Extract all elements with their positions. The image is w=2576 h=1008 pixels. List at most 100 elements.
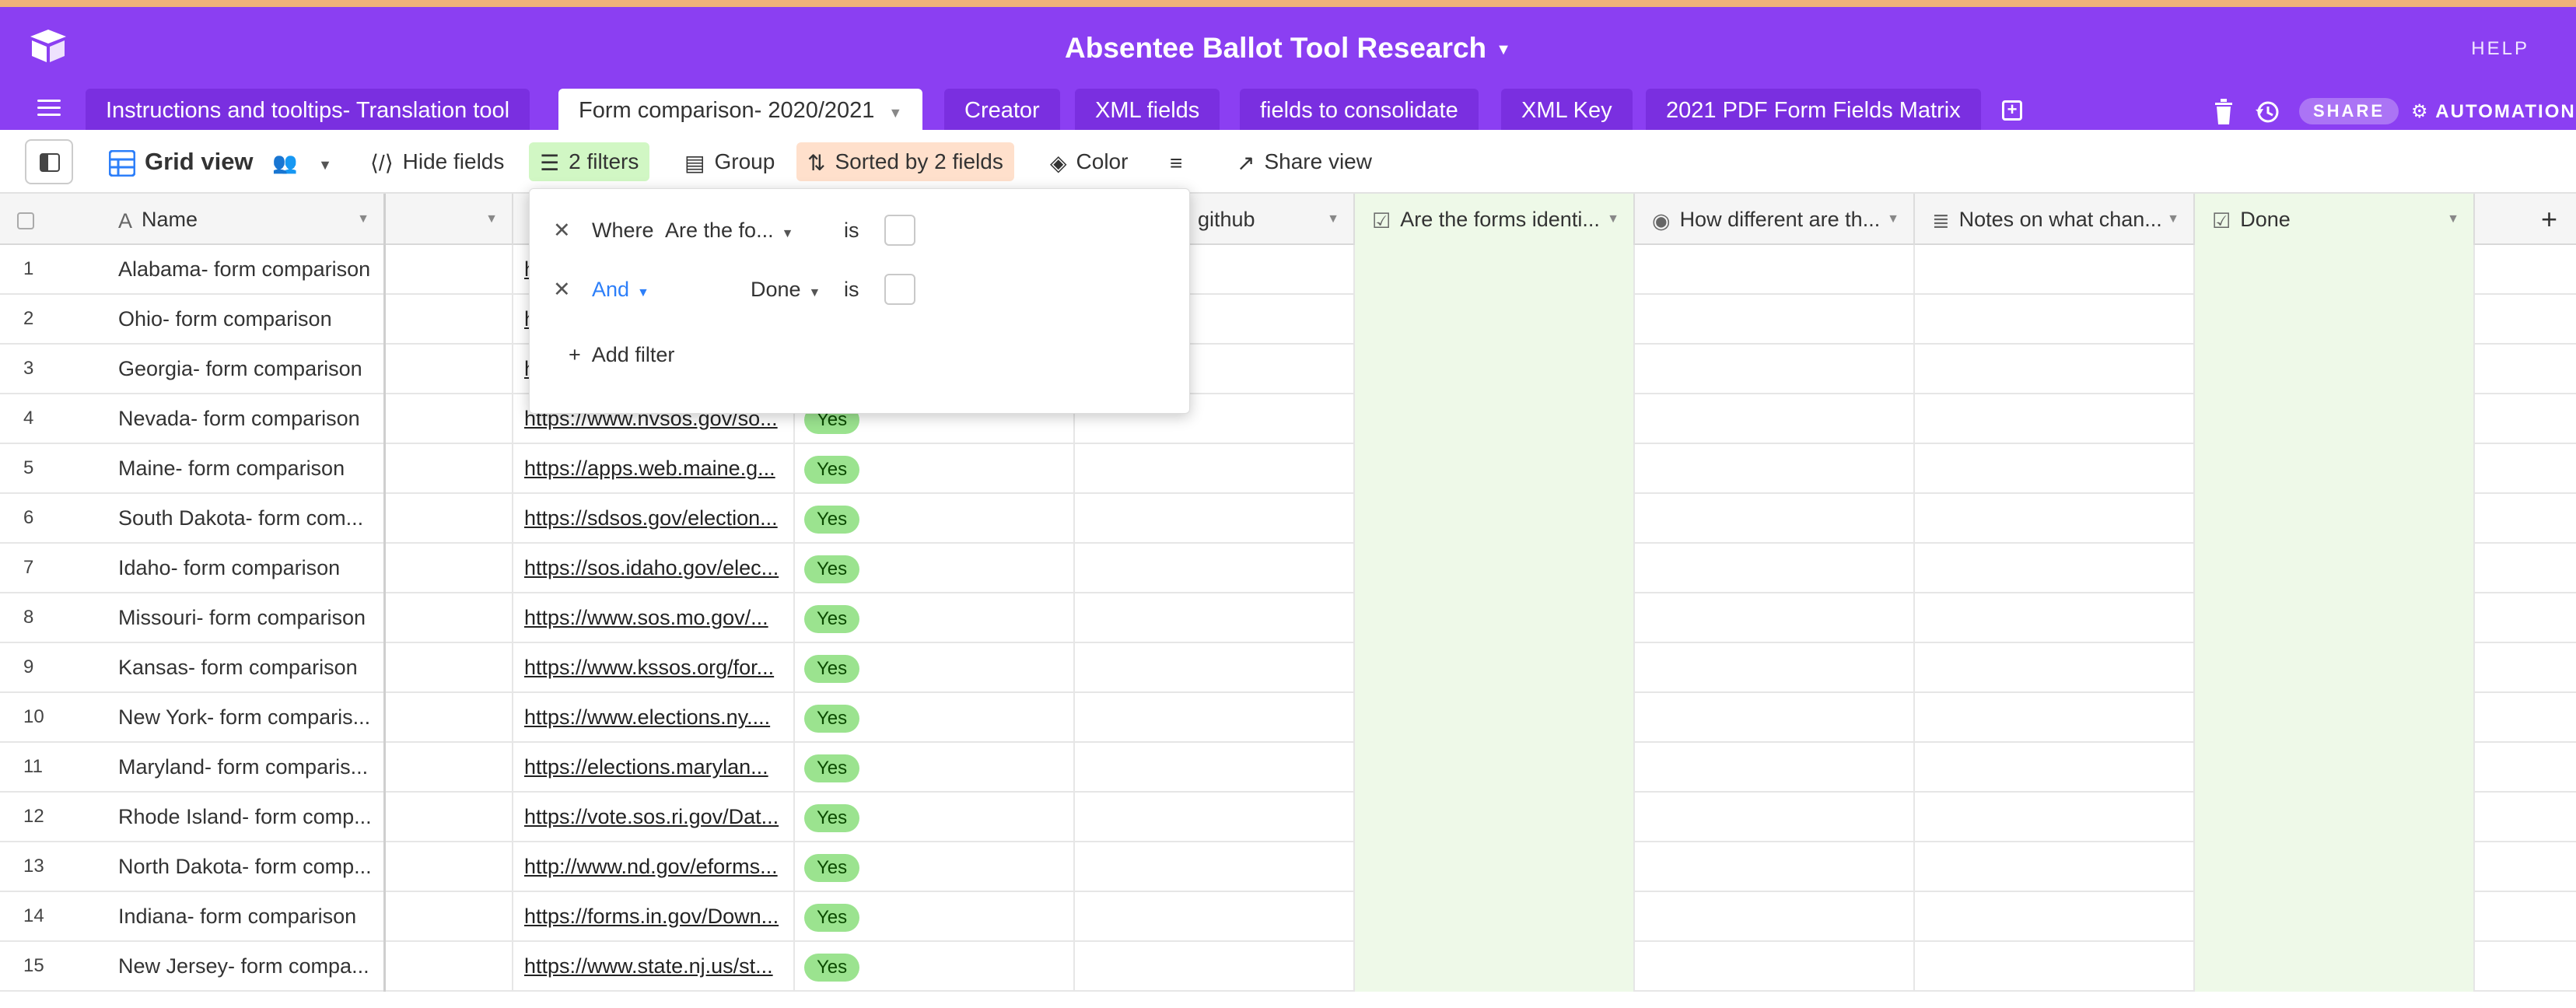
yes-cell[interactable]: Yes [795, 494, 1075, 544]
record-name-cell[interactable]: Alabama- form comparison [93, 245, 386, 295]
notes-cell[interactable] [1915, 444, 2195, 494]
hidden-field-cell[interactable] [386, 345, 513, 394]
url-cell[interactable]: https://sos.idaho.gov/elec... [513, 544, 795, 593]
column-header-hidden[interactable]: ▼ [386, 194, 513, 245]
record-name-cell[interactable]: Indiana- form comparison [93, 892, 386, 942]
notes-cell[interactable] [1915, 245, 2195, 295]
github-cell[interactable] [1075, 793, 1355, 842]
github-cell[interactable] [1075, 593, 1355, 643]
record-name-cell[interactable]: Ohio- form comparison [93, 295, 386, 345]
chevron-down-icon[interactable]: ▼ [2167, 194, 2179, 245]
hidden-field-cell[interactable] [386, 295, 513, 345]
done-cell[interactable] [2195, 892, 2475, 942]
record-name-cell[interactable]: Idaho- form comparison [93, 544, 386, 593]
record-name-cell[interactable]: Maine- form comparison [93, 444, 386, 494]
hide-fields-button[interactable]: ⟨/⟩ Hide fields [359, 142, 515, 181]
url-cell[interactable]: https://forms.in.gov/Down... [513, 892, 795, 942]
table-row[interactable]: 6 South Dakota- form com... https://sdsos.… [0, 494, 2576, 544]
how-different-cell[interactable] [1635, 693, 1915, 743]
tab-xml-key[interactable]: XML Key [1501, 89, 1633, 132]
how-different-cell[interactable] [1635, 643, 1915, 693]
table-row[interactable]: 9 Kansas- form comparison https://www.ksso… [0, 643, 2576, 693]
done-cell[interactable] [2195, 743, 2475, 793]
forms-identical-cell[interactable] [1355, 942, 1635, 992]
hidden-field-cell[interactable] [386, 494, 513, 544]
yes-cell[interactable]: Yes [795, 693, 1075, 743]
done-cell[interactable] [2195, 942, 2475, 992]
forms-identical-cell[interactable] [1355, 394, 1635, 444]
forms-identical-cell[interactable] [1355, 494, 1635, 544]
tab-form-comparison[interactable]: Form comparison- 2020/2021 ▼ [558, 89, 923, 132]
url-cell[interactable]: https://www.sos.mo.gov/... [513, 593, 795, 643]
done-cell[interactable] [2195, 345, 2475, 394]
record-name-cell[interactable]: Maryland- form comparis... [93, 743, 386, 793]
tab-pdf-form-fields-matrix[interactable]: 2021 PDF Form Fields Matrix [1646, 89, 1981, 132]
how-different-cell[interactable] [1635, 743, 1915, 793]
table-row[interactable]: 10 New York- form comparis... https://www.… [0, 693, 2576, 743]
github-cell[interactable] [1075, 693, 1355, 743]
remove-filter-icon[interactable]: ✕ [553, 270, 571, 309]
table-row[interactable]: 1Alabama- form comparisonh [0, 245, 2576, 295]
how-different-cell[interactable] [1635, 842, 1915, 892]
table-row[interactable]: 5 Maine- form comparison https://apps.web.… [0, 444, 2576, 494]
forms-identical-cell[interactable] [1355, 345, 1635, 394]
remove-filter-icon[interactable]: ✕ [553, 211, 571, 250]
how-different-cell[interactable] [1635, 394, 1915, 444]
notes-cell[interactable] [1915, 394, 2195, 444]
filter-operator[interactable]: is [844, 211, 859, 250]
notes-cell[interactable] [1915, 494, 2195, 544]
filter-field-select[interactable]: Are the fo... ▼ [665, 211, 793, 254]
record-name-cell[interactable]: South Dakota- form com... [93, 494, 386, 544]
share-button[interactable]: SHARE [2299, 98, 2399, 124]
chevron-down-icon[interactable]: ▼ [1607, 194, 1619, 245]
hidden-field-cell[interactable] [386, 842, 513, 892]
record-name-cell[interactable]: Kansas- form comparison [93, 643, 386, 693]
filter-field-select[interactable]: Done ▼ [751, 270, 821, 313]
url-cell[interactable]: https://apps.web.maine.g... [513, 444, 795, 494]
add-filter-button[interactable]: + Add filter [569, 343, 674, 367]
notes-cell[interactable] [1915, 593, 2195, 643]
hidden-field-cell[interactable] [386, 544, 513, 593]
help-link[interactable]: HELP [2471, 38, 2529, 60]
notes-cell[interactable] [1915, 942, 2195, 992]
hidden-field-cell[interactable] [386, 693, 513, 743]
tab-creator[interactable]: Creator [944, 89, 1060, 132]
select-all-checkbox[interactable] [17, 212, 34, 229]
automations-button[interactable]: ⚙ AUTOMATIONS [2411, 100, 2576, 123]
done-cell[interactable] [2195, 394, 2475, 444]
done-cell[interactable] [2195, 643, 2475, 693]
filter-conjunction-select[interactable]: And ▼ [592, 270, 649, 313]
record-name-cell[interactable]: Rhode Island- form comp... [93, 793, 386, 842]
forms-identical-cell[interactable] [1355, 842, 1635, 892]
table-row[interactable]: 7 Idaho- form comparison https://sos.idaho… [0, 544, 2576, 593]
forms-identical-cell[interactable] [1355, 544, 1635, 593]
chevron-down-icon[interactable]: ▼ [485, 194, 498, 245]
how-different-cell[interactable] [1635, 444, 1915, 494]
yes-cell[interactable]: Yes [795, 892, 1075, 942]
how-different-cell[interactable] [1635, 494, 1915, 544]
yes-cell[interactable]: Yes [795, 593, 1075, 643]
hidden-field-cell[interactable] [386, 394, 513, 444]
hidden-field-cell[interactable] [386, 593, 513, 643]
chevron-down-icon[interactable]: ▼ [357, 194, 369, 245]
table-row[interactable]: 4 Nevada- form comparison https://www.nvso… [0, 394, 2576, 444]
column-header-done[interactable]: ☑ Done ▼ [2195, 194, 2475, 245]
chevron-down-icon[interactable]: ▼ [2447, 194, 2459, 245]
table-row[interactable]: 8 Missouri- form comparison https://www.so… [0, 593, 2576, 643]
notes-cell[interactable] [1915, 892, 2195, 942]
how-different-cell[interactable] [1635, 892, 1915, 942]
filter-value-checkbox[interactable] [884, 215, 915, 246]
chevron-down-icon[interactable]: ▼ [1887, 194, 1899, 245]
forms-identical-cell[interactable] [1355, 593, 1635, 643]
done-cell[interactable] [2195, 245, 2475, 295]
how-different-cell[interactable] [1635, 245, 1915, 295]
url-cell[interactable]: https://vote.sos.ri.gov/Dat... [513, 793, 795, 842]
record-name-cell[interactable]: Nevada- form comparison [93, 394, 386, 444]
notes-cell[interactable] [1915, 693, 2195, 743]
menu-icon[interactable] [37, 100, 61, 117]
github-cell[interactable] [1075, 743, 1355, 793]
table-row[interactable]: 13 North Dakota- form comp... http://www.n… [0, 842, 2576, 892]
hidden-field-cell[interactable] [386, 643, 513, 693]
yes-cell[interactable]: Yes [795, 793, 1075, 842]
notes-cell[interactable] [1915, 842, 2195, 892]
